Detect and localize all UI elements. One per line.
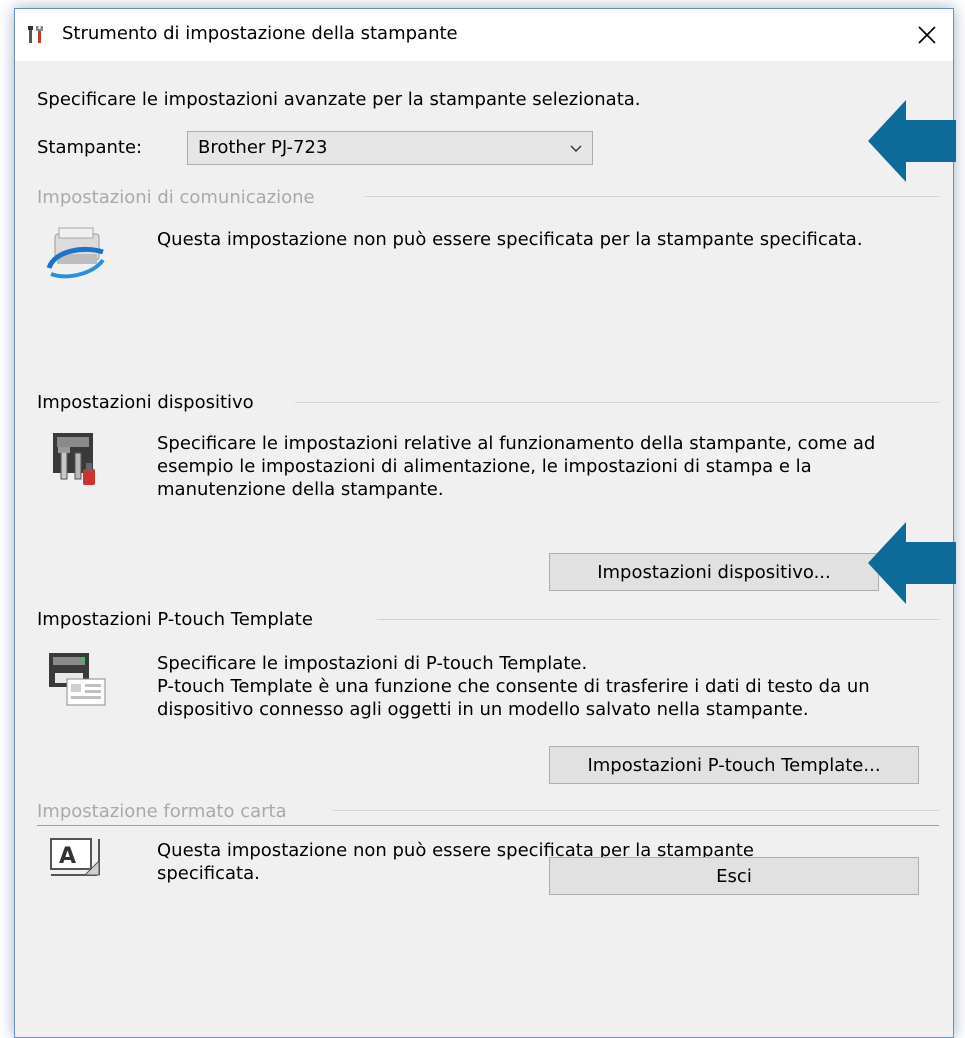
device-section-divider [295, 402, 939, 403]
close-button[interactable] [901, 9, 953, 61]
pointer-arrow-icon [868, 522, 956, 604]
communication-description-line: Questa impostazione non può essere speci… [157, 229, 863, 250]
communication-section-divider [365, 196, 939, 197]
printer-dropdown[interactable]: Brother PJ-723 [187, 131, 593, 165]
paper-section-divider [333, 810, 939, 811]
pointer-arrow-icon [868, 100, 956, 182]
printer-template-icon [49, 653, 106, 706]
printer-selected-value: Brother PJ-723 [198, 137, 328, 158]
network-printer-icon [46, 227, 105, 279]
device-settings-button[interactable]: Impostazioni dispositivo... [549, 553, 879, 591]
paper-size-icon: A [50, 838, 100, 876]
ptouch-section-header: Impostazioni P-touch Template [37, 609, 313, 630]
ptouch-template-button[interactable]: Impostazioni P-touch Template... [549, 746, 919, 784]
tools-app-icon [28, 26, 43, 43]
footer-separator [37, 825, 939, 826]
communication-description: Questa impostazione non può essere speci… [157, 228, 863, 251]
window-title: Strumento di impostazione della stampant… [62, 23, 458, 44]
printer-setting-tool-window: Strumento di impostazione della stampant… [14, 8, 954, 1038]
printer-label: Stampante: [37, 137, 143, 158]
paper-section-header: Impostazione formato carta [37, 801, 287, 822]
printer-tools-icon [53, 433, 95, 485]
device-description-line: manutenzione della stampante. [157, 479, 444, 500]
ptouch-description-line: P-touch Template è una funzione che cons… [157, 676, 870, 697]
communication-section-header: Impostazioni di comunicazione [37, 187, 315, 208]
ptouch-description-line: dispositivo connesso agli oggetti in un … [157, 699, 809, 720]
intro-text: Specificare le impostazioni avanzate per… [37, 89, 641, 110]
device-section-header: Impostazioni dispositivo [37, 392, 254, 413]
ptouch-description-line: Specificare le impostazioni di P-touch T… [157, 653, 588, 674]
device-description-line: esempio le impostazioni di alimentazione… [157, 456, 812, 477]
exit-button[interactable]: Esci [549, 857, 919, 895]
device-description: Specificare le impostazioni relative al … [157, 432, 875, 501]
ptouch-section-divider [377, 619, 939, 620]
svg-text:A: A [59, 844, 76, 869]
close-icon [918, 26, 936, 44]
device-description-line: Specificare le impostazioni relative al … [157, 433, 876, 454]
chevron-down-icon [570, 145, 582, 152]
title-bar: Strumento di impostazione della stampant… [15, 9, 953, 61]
ptouch-description: Specificare le impostazioni di P-touch T… [157, 652, 870, 721]
dialog-body: Specificare le impostazioni avanzate per… [15, 61, 953, 1037]
